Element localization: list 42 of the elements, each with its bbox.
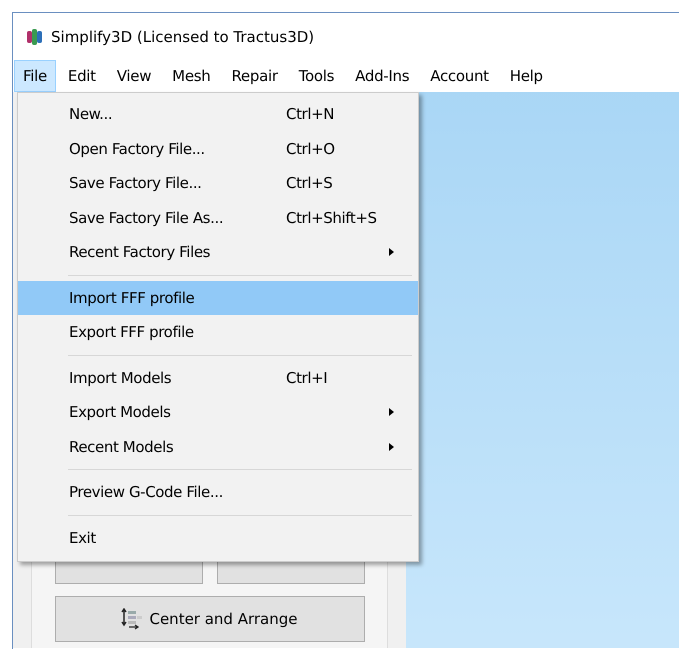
shortcut-label: Ctrl+N [286,105,334,124]
menu-entry-label: Export Models [69,403,172,422]
menu-entry[interactable]: Open Factory File... Ctrl+O [18,132,418,166]
menu-entry[interactable]: Save Factory File... Ctrl+S [18,166,418,200]
menu-entry-label: Recent Factory Files [69,243,212,262]
menu-item[interactable]: View [108,60,160,92]
menu-entry[interactable]: Export FFF profile [18,315,418,350]
menu-entry-label: Preview G-Code File... [69,483,224,502]
menu-entry-label: New... [69,105,114,124]
shortcut-label: Ctrl+I [286,368,328,387]
menu-entry-label: Open Factory File... [69,140,206,158]
menu-entry-label: Recent Models [69,438,174,456]
menu-item[interactable]: Repair [222,60,287,92]
window-title: Simplify3D (Licensed to Tractus3D) [51,28,314,46]
menu-entry-label: Save Factory File... [69,174,203,192]
menu-entry[interactable]: Export Models [18,395,418,430]
menu-entry-label: Exit [69,528,97,547]
menu-entry[interactable]: Recent Models [18,430,418,464]
menu-item[interactable]: Tools [290,60,344,92]
menu-entry-label: Import FFF profile [69,288,196,307]
menu-entry[interactable]: Preview G-Code File... [18,475,418,510]
app-logo-icon [27,28,43,46]
menu-entry[interactable]: Import FFF profile [18,280,418,315]
menu-item[interactable]: Edit [58,60,105,92]
menu-item[interactable]: Mesh [163,60,220,92]
shortcut-label: Ctrl+Shift+S [286,208,377,227]
menu-entry-label: Export FFF profile [69,323,195,342]
menu-item[interactable]: File [14,60,56,92]
menu-item[interactable]: Account [421,60,498,92]
menu-entry[interactable]: Exit [18,520,418,555]
menu-entry[interactable]: New... Ctrl+N [18,97,418,132]
shortcut-label: Ctrl+S [286,174,332,192]
menu-item[interactable]: Add-Ins [346,60,418,92]
menu-entry[interactable]: Import Models Ctrl+I [18,360,418,395]
shortcut-label: Ctrl+O [286,140,335,158]
arrange-icon [121,608,144,630]
menu-entry[interactable]: Save Factory File As... Ctrl+Shift+S [18,200,418,235]
center-arrange-button[interactable]: Center and Arrange [54,596,364,642]
menu-entry-label: Save Factory File As... [69,208,224,227]
menu-entry[interactable]: Recent Factory Files [18,235,418,270]
menu-entry-label: Import Models [69,368,172,387]
menu-item[interactable]: Help [500,60,552,92]
